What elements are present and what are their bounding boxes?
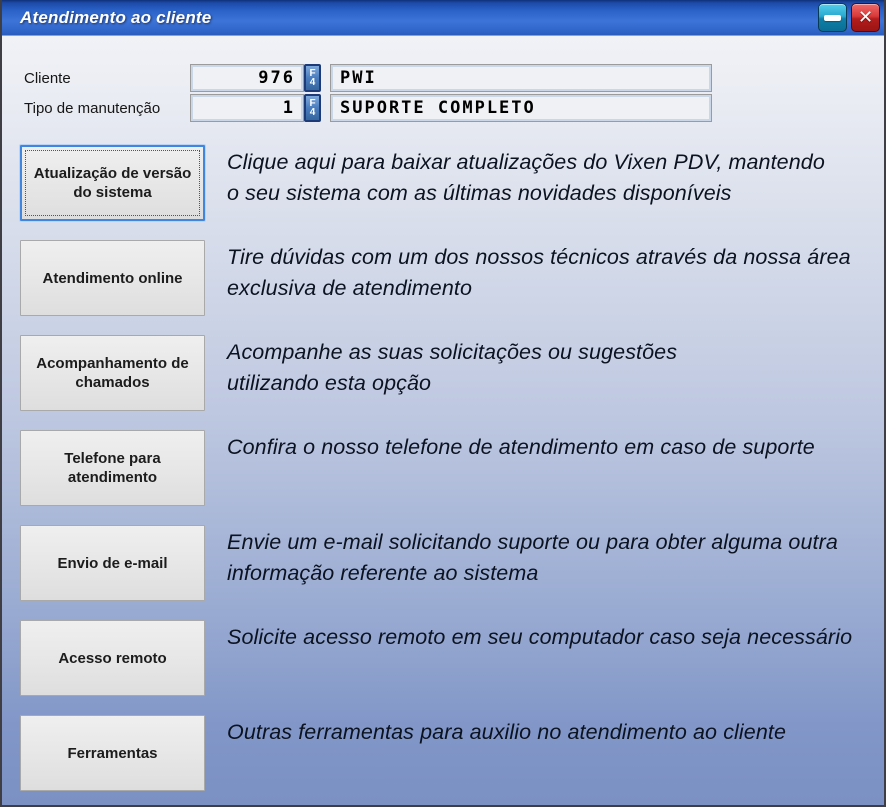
acesso-remoto-description: Solicite acesso remoto em seu computador…	[227, 620, 852, 653]
action-row-atualizacao: Atualização de versão do sistema Clique …	[20, 145, 884, 240]
tipo-manutencao-label: Tipo de manutenção	[24, 100, 190, 117]
atendimento-online-description: Tire dúvidas com um dos nossos técnicos …	[227, 240, 851, 304]
atualizacao-versao-description: Clique aqui para baixar atualizações do …	[227, 145, 825, 209]
tipo-manutencao-f4-lookup-button[interactable]: F 4	[304, 94, 321, 122]
ferramentas-button[interactable]: Ferramentas	[20, 715, 205, 791]
action-row-envio-email: Envio de e-mail Envie um e-mail solicita…	[20, 525, 884, 620]
action-row-acompanhamento: Acompanhamento de chamados Acompanhe as …	[20, 335, 884, 430]
envio-email-button[interactable]: Envio de e-mail	[20, 525, 205, 601]
atendimento-window: Atendimento ao cliente ✕ Cliente 976 F 4…	[0, 0, 886, 807]
ferramentas-description: Outras ferramentas para auxilio no atend…	[227, 715, 786, 748]
window-controls: ✕	[818, 3, 880, 32]
close-icon: ✕	[858, 9, 873, 27]
f4-key-number: 4	[310, 108, 316, 117]
cliente-code-value: 976	[258, 68, 295, 88]
acesso-remoto-button[interactable]: Acesso remoto	[20, 620, 205, 696]
minimize-icon	[824, 15, 841, 21]
cliente-name-value: PWI	[340, 68, 377, 88]
tipo-manutencao-code-input[interactable]: 1	[190, 94, 304, 122]
actions-list: Atualização de versão do sistema Clique …	[2, 124, 884, 807]
form-area: Cliente 976 F 4 PWI Tipo de manutenção 1…	[2, 36, 884, 122]
action-row-ferramentas: Ferramentas Outras ferramentas para auxi…	[20, 715, 884, 807]
cliente-name-field[interactable]: PWI	[330, 64, 712, 92]
acompanhamento-chamados-description: Acompanhe as suas solicitações ou sugest…	[227, 335, 677, 399]
tipo-manutencao-name-field[interactable]: SUPORTE COMPLETO	[330, 94, 712, 122]
atualizacao-versao-button[interactable]: Atualização de versão do sistema	[20, 145, 205, 221]
tipo-manutencao-name-value: SUPORTE COMPLETO	[340, 98, 536, 118]
close-button[interactable]: ✕	[851, 3, 880, 32]
form-row-tipo-manutencao: Tipo de manutenção 1 F 4 SUPORTE COMPLET…	[24, 94, 884, 122]
action-row-telefone: Telefone para atendimento Confira o noss…	[20, 430, 884, 525]
minimize-button[interactable]	[818, 3, 847, 32]
tipo-manutencao-code-value: 1	[283, 98, 295, 118]
atendimento-online-button[interactable]: Atendimento online	[20, 240, 205, 316]
acompanhamento-chamados-button[interactable]: Acompanhamento de chamados	[20, 335, 205, 411]
cliente-f4-lookup-button[interactable]: F 4	[304, 64, 321, 92]
titlebar[interactable]: Atendimento ao cliente ✕	[2, 0, 884, 36]
action-row-acesso-remoto: Acesso remoto Solicite acesso remoto em …	[20, 620, 884, 715]
f4-key-number: 4	[310, 78, 316, 87]
envio-email-description: Envie um e-mail solicitando suporte ou p…	[227, 525, 838, 589]
cliente-label: Cliente	[24, 70, 190, 87]
telefone-atendimento-description: Confira o nosso telefone de atendimento …	[227, 430, 815, 463]
window-title: Atendimento ao cliente	[20, 8, 818, 28]
action-row-atendimento-online: Atendimento online Tire dúvidas com um d…	[20, 240, 884, 335]
cliente-code-input[interactable]: 976	[190, 64, 304, 92]
telefone-atendimento-button[interactable]: Telefone para atendimento	[20, 430, 205, 506]
form-row-cliente: Cliente 976 F 4 PWI	[24, 64, 884, 92]
